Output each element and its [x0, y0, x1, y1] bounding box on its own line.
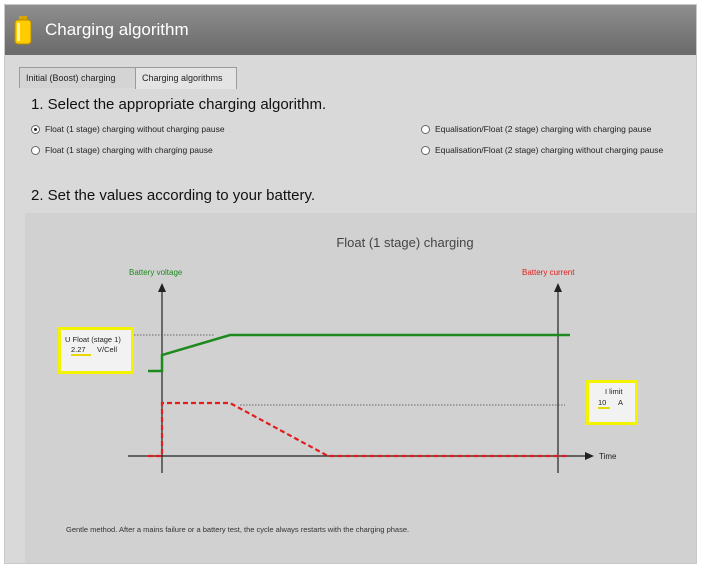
footer-note: Gentle method. After a mains failure or …	[66, 525, 410, 534]
title-bar: Charging algorithm	[5, 5, 696, 55]
diagram-title: Float (1 stage) charging	[336, 235, 473, 250]
section-1-heading: 1. Select the appropriate charging algor…	[31, 96, 327, 113]
option-equalisation-float-2-stage-without-pause[interactable]: Equalisation/Float (2 stage) charging wi…	[421, 145, 664, 156]
time-label: Time	[599, 452, 617, 461]
voltage-axis-arrow-icon	[158, 283, 166, 292]
battery-icon	[14, 16, 32, 45]
option-label: Equalisation/Float (2 stage) charging wi…	[435, 145, 664, 155]
current-curve	[148, 401, 570, 458]
option-float-1-stage-with-pause[interactable]: Float (1 stage) charging with charging p…	[31, 145, 213, 156]
radio-unselected-icon[interactable]	[31, 146, 40, 156]
current-axis-arrow-icon	[554, 283, 562, 292]
u-float-value-field[interactable]: 2.27	[71, 345, 91, 356]
u-float-unit: V/Cell	[97, 345, 118, 354]
i-limit-unit: A	[618, 398, 624, 407]
battery-current-label: Battery current	[522, 268, 575, 277]
option-label: Float (1 stage) charging with charging p…	[45, 145, 213, 155]
window-title: Charging algorithm	[45, 20, 189, 39]
radio-unselected-icon[interactable]	[421, 146, 430, 156]
section-2-heading: 2. Set the values according to your batt…	[31, 187, 316, 204]
option-label: Equalisation/Float (2 stage) charging wi…	[435, 124, 652, 134]
tab-initial-boost-charging[interactable]: Initial (Boost) charging	[19, 67, 136, 88]
option-float-1-stage-without-pause[interactable]: Float (1 stage) charging without chargin…	[31, 124, 225, 135]
voltage-curve	[148, 333, 570, 373]
radio-unselected-icon[interactable]	[421, 125, 430, 135]
option-equalisation-float-2-stage-with-pause[interactable]: Equalisation/Float (2 stage) charging wi…	[421, 124, 652, 135]
i-limit-setting-box: I limit 10 A	[586, 380, 638, 425]
charging-algorithm-window: Charging algorithm Initial (Boost) charg…	[4, 4, 697, 564]
u-float-label: U Float (stage 1)	[65, 335, 121, 344]
i-limit-label: I limit	[605, 387, 623, 396]
u-float-setting-box: U Float (stage 1) 2.27 V/Cell	[58, 327, 134, 374]
tab-charging-algorithms[interactable]: Charging algorithms	[135, 67, 237, 89]
battery-voltage-label: Battery voltage	[129, 268, 183, 277]
i-limit-value-field[interactable]: 10	[598, 398, 610, 409]
option-label: Float (1 stage) charging without chargin…	[45, 124, 225, 134]
radio-selected-icon[interactable]	[31, 125, 40, 135]
time-axis-arrow-icon	[585, 452, 594, 460]
charging-diagram: Float (1 stage) charging Battery voltage…	[25, 213, 696, 563]
